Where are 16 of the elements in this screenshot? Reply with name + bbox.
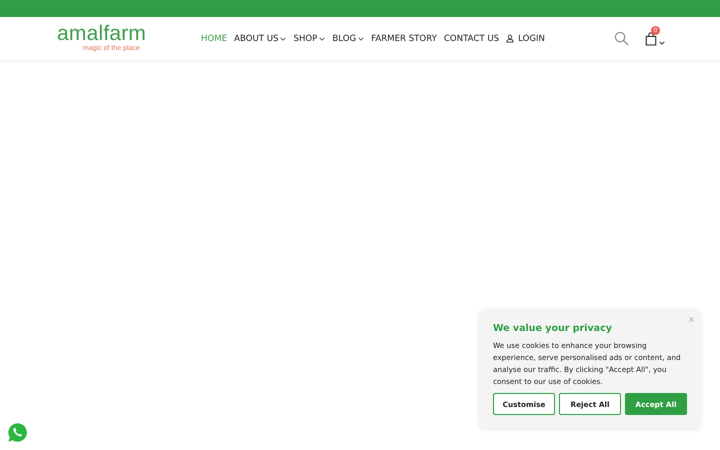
nav-link[interactable]: BLOG xyxy=(332,34,364,44)
shopping-bag-icon[interactable] xyxy=(645,32,657,46)
caret-icon[interactable] xyxy=(659,40,665,44)
nav-link[interactable]: SHOP xyxy=(293,34,326,44)
nav-link[interactable]: ABOUT US xyxy=(234,34,286,44)
whatsapp-icon[interactable] xyxy=(7,422,28,443)
close-icon[interactable] xyxy=(689,317,694,322)
cookie-title: We value your privacy xyxy=(493,323,613,334)
user-icon xyxy=(506,34,514,43)
search-icon[interactable] xyxy=(614,31,629,46)
nav-link[interactable]: CONTACT US xyxy=(444,34,500,44)
nav-link[interactable]: LOGIN xyxy=(506,34,545,44)
caret-icon xyxy=(358,36,364,40)
nav-link[interactable]: FARMER STORY xyxy=(371,34,437,44)
caret-icon xyxy=(319,36,326,40)
caret-icon xyxy=(280,36,286,40)
